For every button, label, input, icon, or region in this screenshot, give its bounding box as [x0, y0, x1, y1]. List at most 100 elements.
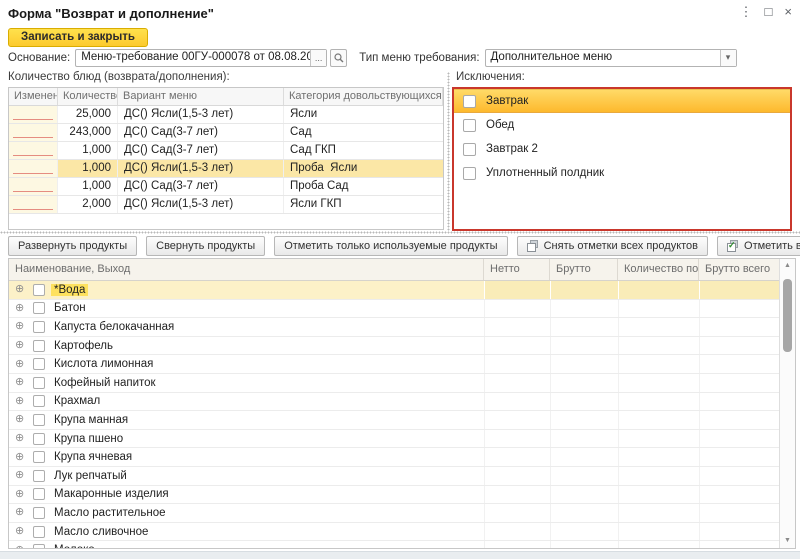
product-name-cell[interactable]: ⊕ Капуста белокачанная [9, 318, 484, 336]
product-checkbox[interactable] [33, 544, 45, 548]
exclusion-checkbox[interactable] [463, 166, 476, 180]
vertical-splitter[interactable] [447, 72, 450, 231]
product-portions-cell[interactable] [618, 392, 699, 411]
product-brutto-cell[interactable] [550, 448, 618, 466]
expand-node-icon[interactable]: ⊕ [15, 395, 27, 407]
expand-node-icon[interactable]: ⊕ [15, 377, 27, 388]
dish-qty-cell[interactable]: 243,000 [58, 124, 118, 141]
product-name-cell[interactable]: ⊕ Батон [9, 300, 484, 318]
product-portions-cell[interactable] [618, 522, 699, 541]
dish-variant-cell[interactable]: ДС() Сад(3-7 лет) [118, 124, 284, 141]
product-brutto-total-cell[interactable] [699, 466, 779, 485]
product-name-cell[interactable]: ⊕ Молоко [9, 541, 484, 548]
product-checkbox[interactable] [33, 320, 45, 333]
product-name-cell[interactable]: ⊕ Кислота лимонная [9, 355, 484, 373]
column-header-brutto[interactable]: Брутто [550, 259, 618, 280]
scrollbar-thumb[interactable] [783, 279, 792, 352]
dish-category-cell[interactable]: Проба Ясли [284, 160, 443, 177]
dish-category-cell[interactable]: Ясли ГКП [284, 196, 443, 213]
product-netto-cell[interactable] [484, 355, 550, 373]
product-row[interactable]: ⊕ Масло растительное [9, 504, 779, 523]
product-name-cell[interactable]: ⊕ Крупа пшено [9, 430, 484, 448]
product-brutto-cell[interactable] [550, 281, 618, 299]
product-row[interactable]: ⊕ Кислота лимонная [9, 355, 779, 374]
close-icon[interactable]: × [784, 4, 792, 20]
more-dots-icon[interactable]: ⋮ [740, 4, 753, 20]
product-checkbox[interactable] [33, 395, 45, 408]
product-brutto-total-cell[interactable] [699, 281, 779, 299]
exclusion-item[interactable]: Уплотненный полдник [454, 161, 790, 185]
product-name-cell[interactable]: ⊕ Кофейный напиток [9, 374, 484, 392]
dish-category-cell[interactable]: Ясли [284, 106, 443, 123]
product-brutto-cell[interactable] [550, 392, 618, 411]
product-row[interactable]: ⊕ Крупа манная [9, 411, 779, 430]
product-checkbox[interactable] [33, 525, 45, 538]
product-checkbox[interactable] [33, 451, 45, 464]
product-portions-cell[interactable] [618, 485, 699, 504]
dish-qty-cell[interactable]: 1,000 [58, 160, 118, 177]
exclusion-item[interactable]: Завтрак [454, 89, 790, 113]
basis-field[interactable]: Меню-требование 00ГУ-000078 от 08.08.202… [75, 48, 328, 67]
dish-category-cell[interactable]: Сад ГКП [284, 142, 443, 159]
product-brutto-total-cell[interactable] [699, 448, 779, 466]
product-checkbox[interactable] [33, 358, 45, 371]
unmark-all-products-button[interactable]: Снять отметки всех продуктов [516, 236, 709, 256]
product-checkbox[interactable] [33, 339, 45, 352]
product-netto-cell[interactable] [484, 318, 550, 336]
product-netto-cell[interactable] [484, 299, 550, 318]
dish-change-cell[interactable] [9, 142, 58, 159]
product-name-cell[interactable]: ⊕ Картофель [9, 337, 484, 355]
product-netto-cell[interactable] [484, 466, 550, 485]
product-row[interactable]: ⊕ Масло сливочное [9, 522, 779, 542]
column-header-change[interactable]: Изменение [9, 88, 58, 105]
column-header-variant[interactable]: Вариант меню [118, 88, 284, 105]
product-name-cell[interactable]: ⊕ Крахмал [9, 393, 484, 411]
dish-variant-cell[interactable]: ДС() Ясли(1,5-3 лет) [118, 196, 284, 213]
column-header-qty[interactable]: Количество [58, 88, 118, 105]
product-brutto-cell[interactable] [550, 485, 618, 504]
product-brutto-cell[interactable] [550, 318, 618, 336]
dishes-table-row[interactable]: 1,000 ДС() Ясли(1,5-3 лет) Проба Ясли [9, 160, 443, 178]
save-and-close-button[interactable]: Записать и закрыть [8, 28, 148, 47]
product-brutto-cell[interactable] [550, 522, 618, 541]
dish-variant-cell[interactable]: ДС() Сад(3-7 лет) [118, 178, 284, 195]
expand-node-icon[interactable]: ⊕ [15, 433, 27, 444]
product-portions-cell[interactable] [618, 281, 699, 299]
column-header-category[interactable]: Категория довольствующихся [284, 88, 443, 105]
scroll-down-icon[interactable]: ▼ [780, 536, 795, 546]
product-brutto-total-cell[interactable] [699, 541, 779, 548]
product-brutto-total-cell[interactable] [699, 411, 779, 429]
product-netto-cell[interactable] [484, 281, 550, 299]
dish-variant-cell[interactable]: ДС() Ясли(1,5-3 лет) [118, 160, 284, 177]
product-netto-cell[interactable] [484, 373, 550, 392]
dish-change-cell[interactable] [9, 124, 58, 141]
exclusion-item[interactable]: Завтрак 2 [454, 137, 790, 161]
product-row[interactable]: ⊕ Макаронные изделия [9, 485, 779, 505]
product-row[interactable]: ⊕ Кофейный напиток [9, 373, 779, 393]
dish-change-cell[interactable] [9, 160, 58, 177]
horizontal-splitter[interactable] [0, 231, 800, 234]
product-netto-cell[interactable] [484, 522, 550, 541]
expand-node-icon[interactable]: ⊕ [15, 544, 27, 548]
product-brutto-cell[interactable] [550, 429, 618, 448]
product-brutto-cell[interactable] [550, 504, 618, 522]
column-header-netto[interactable]: Нетто [484, 259, 550, 280]
product-name-cell[interactable]: ⊕ Масло сливочное [9, 523, 484, 541]
product-checkbox[interactable] [33, 376, 45, 389]
product-brutto-total-cell[interactable] [699, 299, 779, 318]
product-checkbox[interactable] [33, 413, 45, 426]
dish-category-cell[interactable]: Проба Сад [284, 178, 443, 195]
product-netto-cell[interactable] [484, 392, 550, 411]
column-header-brutto-total[interactable]: Брутто всего [699, 259, 781, 280]
product-portions-cell[interactable] [618, 373, 699, 392]
product-brutto-cell[interactable] [550, 336, 618, 355]
maximize-icon[interactable]: □ [765, 4, 773, 20]
menu-type-value[interactable]: Дополнительное меню [486, 50, 720, 66]
dishes-table-row[interactable]: 243,000 ДС() Сад(3-7 лет) Сад [9, 124, 443, 142]
product-row[interactable]: ⊕ Батон [9, 299, 779, 319]
product-portions-cell[interactable] [618, 448, 699, 466]
exclusion-item[interactable]: Обед [454, 113, 790, 137]
product-netto-cell[interactable] [484, 336, 550, 355]
product-netto-cell[interactable] [484, 411, 550, 429]
expand-node-icon[interactable]: ⊕ [15, 302, 27, 314]
